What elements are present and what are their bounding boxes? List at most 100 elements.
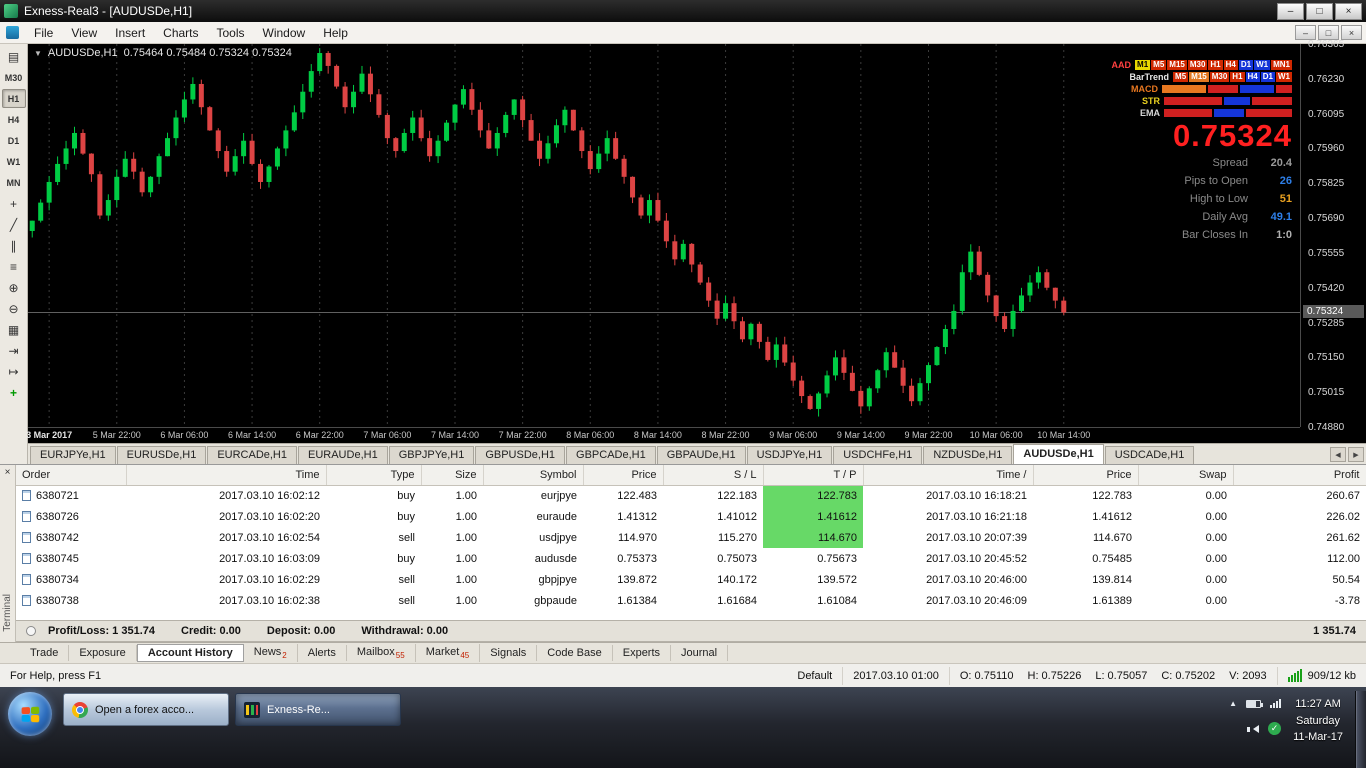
fibonacci-icon[interactable]: ≡ <box>2 257 26 276</box>
battery-icon[interactable] <box>1246 700 1261 708</box>
terminal-tab-mailbox[interactable]: Mailbox55 <box>347 644 416 662</box>
column-header-order[interactable]: Order <box>16 465 126 485</box>
terminal-tab-journal[interactable]: Journal <box>671 645 728 661</box>
chevron-down-icon[interactable]: ▼ <box>34 49 42 58</box>
tile-windows-icon[interactable]: ▦ <box>2 320 26 339</box>
stat-row-high-to-low: High to Low51 <box>1190 191 1292 207</box>
history-row[interactable]: 63807452017.03.10 16:03:09buy1.00audusde… <box>16 548 1366 569</box>
crosshair-icon[interactable]: + <box>2 194 26 213</box>
timeframe-d1[interactable]: D1 <box>2 131 26 150</box>
channel-icon[interactable]: ∥ <box>2 236 26 255</box>
column-header-sl[interactable]: S / L <box>663 465 763 485</box>
new-order-icon[interactable]: + <box>2 383 26 402</box>
timeframe-mn[interactable]: MN <box>2 173 26 192</box>
stat-row-spread: Spread20.4 <box>1213 155 1292 171</box>
start-button[interactable] <box>8 692 52 736</box>
zoom-in-icon[interactable]: ⊕ <box>2 278 26 297</box>
network-bars-icon[interactable] <box>1270 699 1281 708</box>
maximize-button[interactable]: □ <box>1306 3 1333 20</box>
cell-tp: 114.670 <box>763 527 863 548</box>
chart-shift-icon[interactable]: ⇥ <box>2 341 26 360</box>
show-desktop-button[interactable] <box>1355 691 1366 768</box>
chart-tab-usdcadeh1[interactable]: USDCADe,H1 <box>1105 446 1195 464</box>
column-header-price[interactable]: Price <box>583 465 663 485</box>
candlestick-chart[interactable] <box>28 44 1300 427</box>
stat-value: 26 <box>1258 175 1292 187</box>
trendline-icon[interactable]: ╱ <box>2 215 26 234</box>
chart-tab-eurcadeh1[interactable]: EURCADe,H1 <box>207 446 297 464</box>
terminal-tab-news[interactable]: News2 <box>244 644 298 662</box>
account-history: OrderTimeTypeSizeSymbolPriceS / LT / PTi… <box>16 465 1366 642</box>
column-header-tp[interactable]: T / P <box>763 465 863 485</box>
column-header-close_price[interactable]: Price <box>1033 465 1138 485</box>
cell-close_time: 2017.03.10 20:46:00 <box>863 569 1033 590</box>
chart-tab-usdjpyeh1[interactable]: USDJPYe,H1 <box>747 446 833 464</box>
chart-tab-euraudeh1[interactable]: EURAUDe,H1 <box>298 446 388 464</box>
column-header-type[interactable]: Type <box>326 465 421 485</box>
column-header-symbol[interactable]: Symbol <box>483 465 583 485</box>
terminal-tab-market[interactable]: Market45 <box>416 644 481 662</box>
order-doc-icon <box>22 532 31 543</box>
column-header-close_time[interactable]: Time / <box>863 465 1033 485</box>
scroll-right-icon[interactable]: ▶ <box>1348 447 1364 462</box>
time-axis[interactable]: 3 Mar 20175 Mar 22:006 Mar 06:006 Mar 14… <box>28 427 1300 443</box>
child-minimize-button[interactable]: – <box>1295 25 1316 40</box>
terminal-close-icon[interactable]: × <box>5 465 11 480</box>
history-row[interactable]: 63807342017.03.10 16:02:29sell1.00gbpjpy… <box>16 569 1366 590</box>
chart-tab-gbpusdeh1[interactable]: GBPUSDe,H1 <box>475 446 565 464</box>
menu-charts[interactable]: Charts <box>154 24 207 42</box>
terminal-tab-trade[interactable]: Trade <box>20 645 69 661</box>
menu-tools[interactable]: Tools <box>208 24 254 42</box>
zoom-out-icon[interactable]: ⊖ <box>2 299 26 318</box>
menu-view[interactable]: View <box>62 24 106 42</box>
terminal-tab-exposure[interactable]: Exposure <box>69 645 136 661</box>
chart-tab-audusdeh1[interactable]: AUDUSDe,H1 <box>1013 444 1103 464</box>
column-header-size[interactable]: Size <box>421 465 483 485</box>
minimize-button[interactable]: – <box>1277 3 1304 20</box>
status-profile[interactable]: Default <box>787 667 843 685</box>
price-axis[interactable]: 0.763650.762300.760950.759600.758250.756… <box>1300 44 1366 427</box>
chart-tab-usdchfeh1[interactable]: USDCHFe,H1 <box>833 446 922 464</box>
child-restore-button[interactable]: □ <box>1318 25 1339 40</box>
auto-scroll-icon[interactable]: ↦ <box>2 362 26 381</box>
history-row[interactable]: 63807262017.03.10 16:02:20buy1.00euraude… <box>16 506 1366 527</box>
history-row[interactable]: 63807212017.03.10 16:02:12buy1.00eurjpye… <box>16 485 1366 506</box>
taskbar-mt4-button[interactable]: Exness-Re... <box>235 693 401 726</box>
terminal-tab-alerts[interactable]: Alerts <box>298 645 347 661</box>
terminal-side-strip: × Terminal <box>0 465 16 642</box>
new-chart-icon[interactable]: ▤ <box>2 47 26 66</box>
chart-tab-gbpjpyeh1[interactable]: GBPJPYe,H1 <box>389 446 475 464</box>
scroll-left-icon[interactable]: ◀ <box>1330 447 1346 462</box>
hidden-icons-arrow[interactable]: ▲ <box>1229 699 1237 708</box>
timeframe-h4[interactable]: H4 <box>2 110 26 129</box>
taskbar-chrome-button[interactable]: Open a forex acco... <box>63 693 229 726</box>
taskbar-clock[interactable]: 11:27 AM Saturday 11-Mar-17 <box>1289 691 1353 746</box>
timeframe-h1[interactable]: H1 <box>2 89 26 108</box>
terminal-tab-code-base[interactable]: Code Base <box>537 645 612 661</box>
terminal-tab-signals[interactable]: Signals <box>480 645 537 661</box>
chart-tab-gbpaudeh1[interactable]: GBPAUDe,H1 <box>657 446 746 464</box>
history-row[interactable]: 63807382017.03.10 16:02:38sell1.00gbpaud… <box>16 590 1366 611</box>
timeframe-w1[interactable]: W1 <box>2 152 26 171</box>
column-header-open_time[interactable]: Time <box>126 465 326 485</box>
terminal-tab-experts[interactable]: Experts <box>613 645 671 661</box>
chart-tab-eurjpyeh1[interactable]: EURJPYe,H1 <box>30 446 116 464</box>
volume-icon[interactable] <box>1249 725 1259 733</box>
chart-tab-nzdusdeh1[interactable]: NZDUSDe,H1 <box>923 446 1012 464</box>
history-row[interactable]: 63807422017.03.10 16:02:54sell1.00usdjpy… <box>16 527 1366 548</box>
terminal-tab-account-history[interactable]: Account History <box>137 644 244 662</box>
chart-tab-eurusdeh1[interactable]: EURUSDe,H1 <box>117 446 207 464</box>
close-button[interactable]: × <box>1335 3 1362 20</box>
child-close-button[interactable]: × <box>1341 25 1362 40</box>
menu-window[interactable]: Window <box>254 24 315 42</box>
status-l: L: 0.75057 <box>1095 670 1147 682</box>
cell-order: 6380738 <box>16 590 126 611</box>
column-header-swap[interactable]: Swap <box>1138 465 1233 485</box>
chart-tab-gbpcadeh1[interactable]: GBPCADe,H1 <box>566 446 656 464</box>
timeframe-m30[interactable]: M30 <box>2 68 26 87</box>
menu-help[interactable]: Help <box>314 24 357 42</box>
menu-file[interactable]: File <box>25 24 62 42</box>
menu-insert[interactable]: Insert <box>106 24 154 42</box>
column-header-profit[interactable]: Profit <box>1233 465 1366 485</box>
action-center-check-icon[interactable]: ✓ <box>1268 722 1281 735</box>
